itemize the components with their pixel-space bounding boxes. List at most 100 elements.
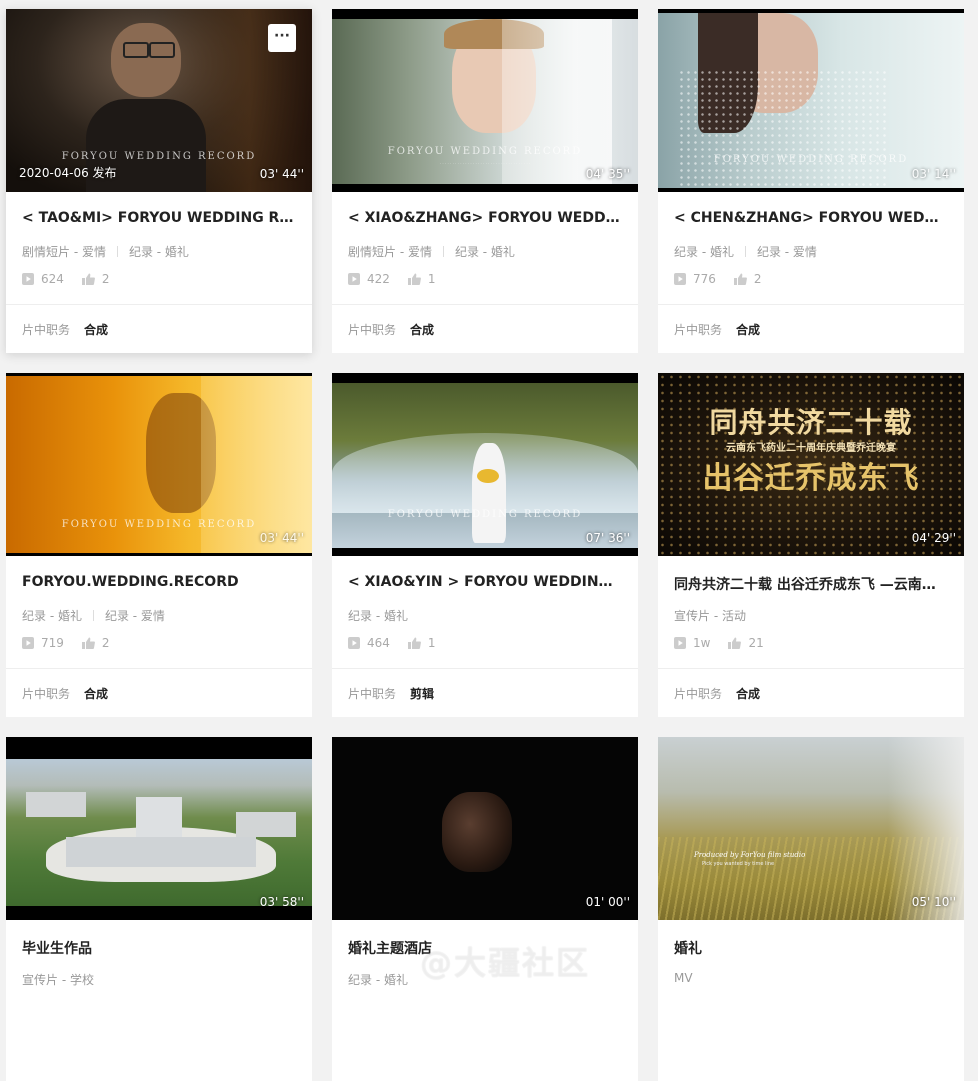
video-thumbnail[interactable]: FORYOU WEDDING RECORD 03' 14'' xyxy=(658,9,964,192)
view-count: 624 xyxy=(41,272,64,286)
play-icon xyxy=(22,273,34,285)
video-stats: 719 2 xyxy=(22,636,128,650)
view-count: 464 xyxy=(367,636,390,650)
thumbnail-credit-1: Produced by ForYou film studio xyxy=(694,851,806,859)
video-card[interactable]: FORYOU WEDDING RECORD 03' 14'' < CHEN&ZH… xyxy=(658,9,964,353)
video-title[interactable]: 同舟共济二十载 出谷迁乔成东飞 —云南东飞药业二十周年庆典 xyxy=(674,574,948,594)
credit-role: 片中职务 合成 xyxy=(674,321,760,338)
credit-role: 片中职务 剪辑 xyxy=(348,685,434,702)
tag[interactable]: 剧情短片 - 爱情 xyxy=(348,245,432,259)
play-icon xyxy=(674,637,686,649)
divider xyxy=(332,304,638,305)
view-count: 719 xyxy=(41,636,64,650)
tag[interactable]: 宣传片 - 学校 xyxy=(22,973,94,987)
role-value: 合成 xyxy=(84,687,109,701)
tag[interactable]: 纪录 - 婚礼 xyxy=(348,973,408,987)
like-count: 1 xyxy=(427,636,436,650)
thumbnail-subtitle: 云南东飞药业二十周年庆典暨乔迁晚宴 xyxy=(726,443,896,454)
video-tags: MV xyxy=(674,971,693,985)
divider xyxy=(658,304,964,305)
video-thumbnail[interactable]: Produced by ForYou film studio Pick you … xyxy=(658,737,964,920)
like-count: 2 xyxy=(101,636,110,650)
duration: 03' 44'' xyxy=(259,531,304,545)
tag[interactable]: 纪录 - 婚礼 xyxy=(129,245,189,259)
video-card[interactable]: 03' 58'' 毕业生作品 宣传片 - 学校 xyxy=(6,737,312,1081)
site-watermark: @大疆社区 xyxy=(420,944,591,982)
tag[interactable]: 纪录 - 婚礼 xyxy=(674,245,734,259)
video-thumbnail[interactable]: FORYOU WEDDING RECORD · · · · · · · · · … xyxy=(332,9,638,192)
role-value: 剪辑 xyxy=(410,687,435,701)
video-title[interactable]: 婚礼 xyxy=(674,938,948,958)
tag[interactable]: MV xyxy=(674,971,693,985)
role-label: 片中职务 xyxy=(22,687,71,701)
video-title[interactable]: 毕业生作品 xyxy=(22,938,296,958)
video-thumbnail[interactable]: FORYOU WEDDING RECORD 2020-04-06 发布 03' … xyxy=(6,9,312,192)
video-tags: 剧情短片 - 爱情 纪录 - 婚礼 xyxy=(348,243,515,260)
tag[interactable]: 纪录 - 婚礼 xyxy=(22,609,82,623)
thumbnail-watermark: FORYOU WEDDING RECORD xyxy=(387,146,583,157)
video-card[interactable]: 01' 00'' 婚礼主题酒店 纪录 - 婚礼 xyxy=(332,737,638,1081)
duration: 05' 10'' xyxy=(911,895,956,909)
thumbs-up-icon xyxy=(407,273,421,285)
duration: 07' 36'' xyxy=(585,531,630,545)
thumbs-up-icon xyxy=(733,273,747,285)
credit-role: 片中职务 合成 xyxy=(22,321,108,338)
like-count: 21 xyxy=(748,636,764,650)
divider xyxy=(658,668,964,669)
video-card[interactable]: Produced by ForYou film studio Pick you … xyxy=(658,737,964,1081)
video-stats: 776 2 xyxy=(674,272,780,286)
video-title[interactable]: < TAO&MI> FORYOU WEDDING RECORD xyxy=(22,210,296,226)
video-title[interactable]: < CHEN&ZHANG> FORYOU WEDDING RECORD xyxy=(674,210,948,226)
divider xyxy=(332,668,638,669)
play-icon xyxy=(348,637,360,649)
video-thumbnail[interactable]: FORYOU WEDDING RECORD 07' 36'' xyxy=(332,373,638,556)
publish-date: 2020-04-06 发布 xyxy=(19,166,117,180)
video-card[interactable]: FORYOU WEDDING RECORD 2020-04-06 发布 03' … xyxy=(6,9,312,353)
tag[interactable]: 宣传片 - 活动 xyxy=(674,609,746,623)
video-title[interactable]: < XIAO&ZHANG> FORYOU WEDDING RECORD xyxy=(348,210,622,226)
video-tags: 宣传片 - 学校 xyxy=(22,971,94,988)
role-label: 片中职务 xyxy=(22,323,71,337)
duration: 04' 29'' xyxy=(911,531,956,545)
video-tags: 纪录 - 婚礼 纪录 - 爱情 xyxy=(22,607,165,624)
video-stats: 624 2 xyxy=(22,272,128,286)
video-title[interactable]: FORYOU.WEDDING.RECORD xyxy=(22,574,296,590)
credit-role: 片中职务 合成 xyxy=(22,685,108,702)
role-label: 片中职务 xyxy=(348,323,397,337)
credit-role: 片中职务 合成 xyxy=(674,685,760,702)
video-thumbnail[interactable]: 03' 58'' xyxy=(6,737,312,920)
video-card[interactable]: FORYOU WEDDING RECORD 03' 44'' FORYOU.WE… xyxy=(6,373,312,717)
like-count: 1 xyxy=(427,272,436,286)
video-tags: 剧情短片 - 爱情 纪录 - 婚礼 xyxy=(22,243,189,260)
tag[interactable]: 纪录 - 婚礼 xyxy=(348,609,408,623)
role-label: 片中职务 xyxy=(674,687,723,701)
thumbs-up-icon xyxy=(81,273,95,285)
tag[interactable]: 剧情短片 - 爱情 xyxy=(22,245,106,259)
video-card[interactable]: FORYOU WEDDING RECORD · · · · · · · · · … xyxy=(332,9,638,353)
role-value: 合成 xyxy=(84,323,109,337)
video-tags: 宣传片 - 活动 xyxy=(674,607,746,624)
thumbs-up-icon xyxy=(81,637,95,649)
video-tags: 纪录 - 婚礼 xyxy=(348,971,408,988)
thumbnail-title-2: 出谷迁乔成东飞 xyxy=(702,461,920,496)
tag[interactable]: 纪录 - 爱情 xyxy=(105,609,165,623)
thumbs-up-icon xyxy=(728,637,742,649)
thumbnail-watermark: FORYOU WEDDING RECORD xyxy=(713,154,909,165)
play-icon xyxy=(348,273,360,285)
video-card[interactable]: 同舟共济二十载 云南东飞药业二十周年庆典暨乔迁晚宴 出谷迁乔成东飞 04' 29… xyxy=(658,373,964,717)
role-value: 合成 xyxy=(736,323,761,337)
tag[interactable]: 纪录 - 婚礼 xyxy=(455,245,515,259)
video-card[interactable]: FORYOU WEDDING RECORD 07' 36'' < XIAO&YI… xyxy=(332,373,638,717)
video-thumbnail[interactable]: FORYOU WEDDING RECORD 03' 44'' xyxy=(6,373,312,556)
more-dots-icon[interactable]: ··· xyxy=(268,24,296,52)
video-thumbnail[interactable]: 01' 00'' xyxy=(332,737,638,920)
duration: 03' 58'' xyxy=(259,895,304,909)
video-title[interactable]: < XIAO&YIN > FORYOU WEDDING RECORD xyxy=(348,574,622,590)
duration: 03' 14'' xyxy=(911,167,956,181)
video-tags: 纪录 - 婚礼 纪录 - 爱情 xyxy=(674,243,817,260)
tag[interactable]: 纪录 - 爱情 xyxy=(757,245,817,259)
duration: 04' 35'' xyxy=(585,167,630,181)
credit-role: 片中职务 合成 xyxy=(348,321,434,338)
duration: 01' 00'' xyxy=(585,895,630,909)
video-thumbnail[interactable]: 同舟共济二十载 云南东飞药业二十周年庆典暨乔迁晚宴 出谷迁乔成东飞 04' 29… xyxy=(658,373,964,556)
